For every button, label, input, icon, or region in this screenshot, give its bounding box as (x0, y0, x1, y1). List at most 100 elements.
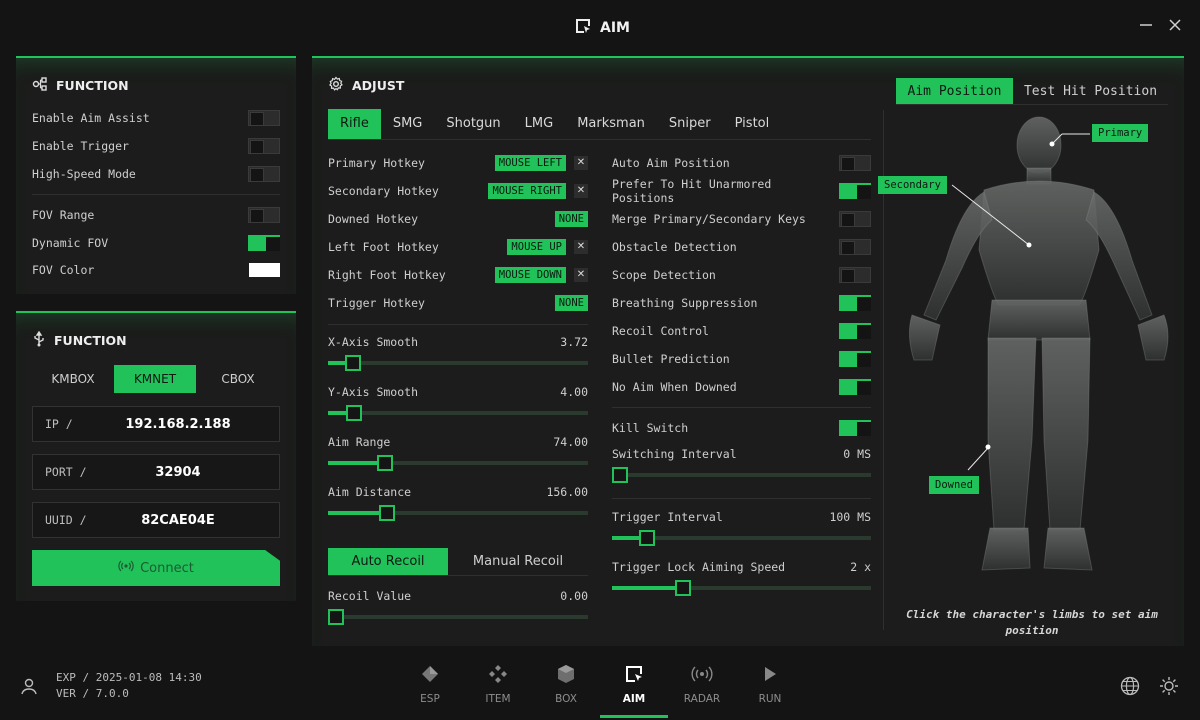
hotkey-value[interactable]: NONE (554, 295, 588, 311)
callout-primary[interactable]: Primary (1092, 124, 1149, 142)
slider-knob[interactable] (328, 609, 344, 625)
tab-pistol[interactable]: Pistol (723, 109, 782, 139)
option-row: Merge Primary/Secondary Keys (612, 211, 871, 227)
slider-knob[interactable] (639, 530, 655, 546)
tab-rifle[interactable]: Rifle (328, 109, 381, 139)
slider-aim-distance-head: Aim Distance 156.00 (328, 485, 588, 499)
auto-aim-position-toggle[interactable] (839, 155, 871, 171)
user-icon[interactable] (20, 677, 38, 698)
ip-field[interactable]: IP / 192.168.2.188 (32, 406, 280, 442)
tab-sniper[interactable]: Sniper (657, 109, 723, 139)
option-label: Kill Switch (612, 421, 689, 435)
aim-distance-slider[interactable] (328, 505, 588, 521)
toggle-row-fov-range: FOV Range (32, 207, 280, 223)
slider-knob[interactable] (379, 505, 395, 521)
recoil-control-toggle[interactable] (839, 323, 871, 339)
clear-hotkey-button[interactable]: ✕ (574, 240, 588, 254)
tab-auto-recoil[interactable]: Auto Recoil (328, 548, 448, 575)
callout-downed[interactable]: Downed (929, 476, 979, 494)
trigger-interval-slider[interactable] (612, 530, 871, 546)
aim-assist-toggle[interactable] (248, 110, 280, 126)
tab-lmg[interactable]: LMG (513, 109, 566, 139)
clear-hotkey-button[interactable]: ✕ (574, 184, 588, 198)
globe-icon[interactable] (1120, 676, 1140, 699)
run-icon (740, 664, 800, 684)
y-smooth-slider[interactable] (328, 405, 588, 421)
high-speed-toggle[interactable] (248, 166, 280, 182)
mode-cbox[interactable]: CBOX (196, 365, 280, 393)
callout-secondary[interactable]: Secondary (878, 176, 947, 194)
trigger-lock-slider[interactable] (612, 580, 871, 596)
nav-esp[interactable]: ESP (400, 664, 460, 705)
fov-color-label: FOV Color (32, 263, 95, 277)
switching-interval-slider[interactable] (612, 467, 871, 483)
kill-switch-toggle[interactable] (839, 420, 871, 436)
nav-item[interactable]: ITEM (468, 664, 528, 705)
hotkey-row-downed: Downed Hotkey NONE (328, 211, 588, 227)
tab-marksman[interactable]: Marksman (565, 109, 657, 139)
hotkey-value[interactable]: MOUSE UP (507, 239, 566, 255)
broadcast-icon (118, 560, 134, 576)
hotkey-row-secondary: Secondary Hotkey MOUSE RIGHT ✕ (328, 183, 588, 199)
mode-kmbox[interactable]: KMBOX (32, 365, 114, 393)
bullet-prediction-toggle[interactable] (839, 351, 871, 367)
hotkey-value[interactable]: MOUSE RIGHT (488, 183, 566, 199)
tab-aim-position[interactable]: Aim Position (896, 78, 1013, 104)
toggle-label: High-Speed Mode (32, 167, 136, 181)
tab-shotgun[interactable]: Shotgun (434, 109, 512, 139)
theme-toggle-icon[interactable] (1159, 676, 1179, 699)
character-right-boot (1043, 527, 1093, 571)
toggle-label: Enable Trigger (32, 139, 129, 153)
toggle-row-dynamic-fov: Dynamic FOV (32, 235, 280, 251)
uuid-field[interactable]: UUID / 82CAE04E (32, 502, 280, 538)
port-value[interactable]: 32904 (105, 465, 279, 480)
hotkey-value[interactable]: MOUSE LEFT (494, 155, 566, 171)
close-button[interactable] (1166, 18, 1184, 36)
option-row: Obstacle Detection (612, 239, 871, 255)
slider-knob[interactable] (612, 467, 628, 483)
fov-range-toggle[interactable] (248, 207, 280, 223)
slider-label: Trigger Interval (612, 510, 723, 524)
fov-color-swatch[interactable] (249, 263, 280, 277)
tab-test-hit-position[interactable]: Test Hit Position (1013, 78, 1168, 104)
ip-value[interactable]: 192.168.2.188 (105, 417, 279, 432)
slider-knob[interactable] (675, 580, 691, 596)
breathing-suppression-toggle[interactable] (839, 295, 871, 311)
minimize-button[interactable] (1137, 18, 1155, 36)
prefer-unarmored-toggle[interactable] (839, 183, 871, 199)
merge-keys-toggle[interactable] (839, 211, 871, 227)
trigger-toggle[interactable] (248, 138, 280, 154)
connect-button[interactable]: Connect (32, 550, 280, 586)
clear-hotkey-button[interactable]: ✕ (574, 268, 588, 282)
obstacle-detection-toggle[interactable] (839, 239, 871, 255)
x-smooth-slider[interactable] (328, 355, 588, 371)
slider-knob[interactable] (346, 405, 362, 421)
nav-radar[interactable]: RADAR (672, 664, 732, 705)
dynamic-fov-toggle[interactable] (248, 235, 280, 251)
toggle-label: FOV Range (32, 208, 95, 222)
port-field[interactable]: PORT / 32904 (32, 454, 280, 490)
option-row: Breathing Suppression (612, 295, 871, 311)
tab-smg[interactable]: SMG (381, 109, 435, 139)
nav-box[interactable]: BOX (536, 664, 596, 705)
uuid-value[interactable]: 82CAE04E (105, 513, 279, 528)
hotkey-value[interactable]: MOUSE DOWN (494, 267, 566, 283)
slider-label: Aim Range (328, 435, 391, 449)
divider (612, 407, 871, 408)
clear-hotkey-button[interactable]: ✕ (574, 156, 588, 170)
recoil-value-slider[interactable] (328, 609, 588, 625)
option-row: Bullet Prediction (612, 351, 871, 367)
nav-run[interactable]: RUN (740, 664, 800, 705)
aim-range-slider[interactable] (328, 455, 588, 471)
slider-knob[interactable] (377, 455, 393, 471)
scope-detection-toggle[interactable] (839, 267, 871, 283)
slider-knob[interactable] (345, 355, 361, 371)
tab-manual-recoil[interactable]: Manual Recoil (448, 548, 588, 575)
hotkey-label: Secondary Hotkey (328, 184, 439, 198)
box-icon (536, 664, 596, 684)
nav-aim[interactable]: AIM (604, 664, 664, 705)
uuid-label: UUID / (45, 513, 87, 527)
no-aim-downed-toggle[interactable] (839, 379, 871, 395)
mode-kmnet[interactable]: KMNET (114, 365, 196, 393)
hotkey-value[interactable]: NONE (554, 211, 588, 227)
